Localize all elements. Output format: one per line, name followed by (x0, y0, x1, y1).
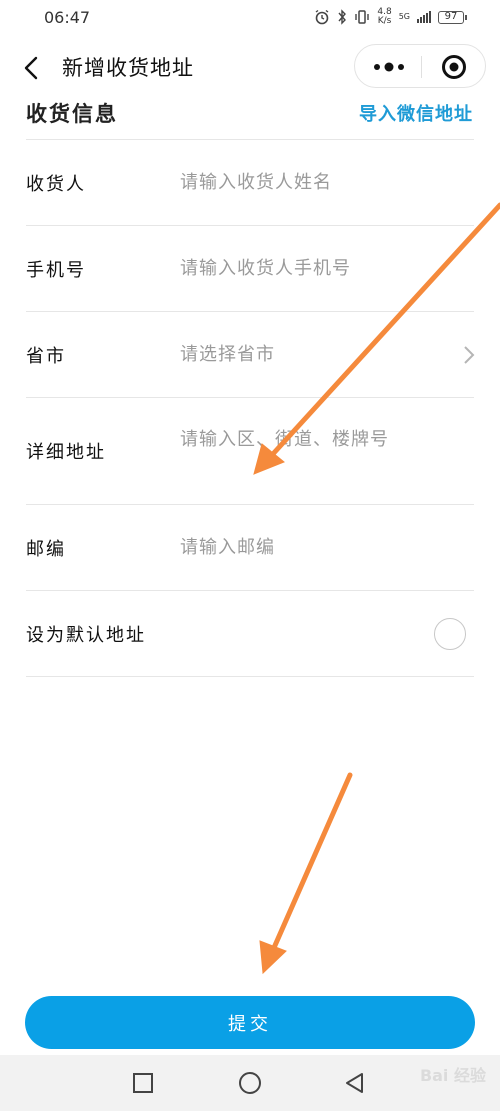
back-icon[interactable] (18, 54, 46, 82)
net-speed-unit: K/s (377, 16, 392, 26)
alarm-icon (315, 9, 329, 25)
import-wechat-address-link[interactable]: 导入微信地址 (359, 100, 473, 126)
divider (26, 225, 474, 226)
battery-level: 97 (444, 11, 458, 22)
back-triangle-icon[interactable] (343, 1071, 367, 1095)
status-time: 06:47 (44, 7, 91, 27)
receiver-label: 收货人 (26, 174, 86, 195)
capsule-divider (421, 56, 422, 78)
divider (26, 311, 474, 312)
default-address-label: 设为默认地址 (26, 625, 146, 646)
detail-address-input[interactable] (180, 424, 450, 454)
close-mini-program-icon[interactable] (441, 54, 467, 80)
section-title: 收货信息 (26, 102, 118, 126)
nav-bar: 新增收货地址 (0, 44, 500, 92)
postcode-input[interactable] (180, 532, 450, 562)
divider (26, 590, 474, 591)
phone-input[interactable] (180, 253, 450, 283)
page-title: 新增收货地址 (62, 56, 194, 80)
divider (26, 504, 474, 505)
battery-icon: 97 (438, 10, 467, 24)
postcode-label: 邮编 (26, 539, 66, 560)
province-city-select[interactable] (180, 339, 450, 369)
recent-apps-icon[interactable] (131, 1071, 155, 1095)
status-bar: 06:47 4.8 K/s 5G 97 (0, 0, 500, 34)
mini-program-capsule (354, 44, 486, 88)
home-icon[interactable] (238, 1071, 262, 1095)
status-icons: 4.8 K/s 5G 97 (314, 8, 467, 26)
phone-label: 手机号 (26, 260, 86, 281)
watermark: Bai 经验 (419, 1066, 486, 1085)
detail-address-label: 详细地址 (26, 442, 106, 463)
divider (26, 397, 474, 398)
receiver-name-input[interactable] (180, 167, 450, 197)
divider (26, 139, 474, 140)
net-speed: 4.8 K/s (377, 8, 391, 26)
arrow-to-submit (259, 772, 353, 975)
signal-icon (417, 11, 431, 23)
divider (26, 676, 474, 677)
vibrate-icon (355, 10, 370, 24)
default-address-radio[interactable] (434, 618, 466, 650)
signal-label: 5G (398, 12, 410, 21)
bluetooth-icon (338, 9, 347, 25)
province-city-label: 省市 (26, 346, 66, 367)
chevron-right-icon (464, 346, 475, 364)
submit-button[interactable]: 提交 (25, 996, 475, 1049)
more-icon[interactable] (371, 57, 407, 77)
